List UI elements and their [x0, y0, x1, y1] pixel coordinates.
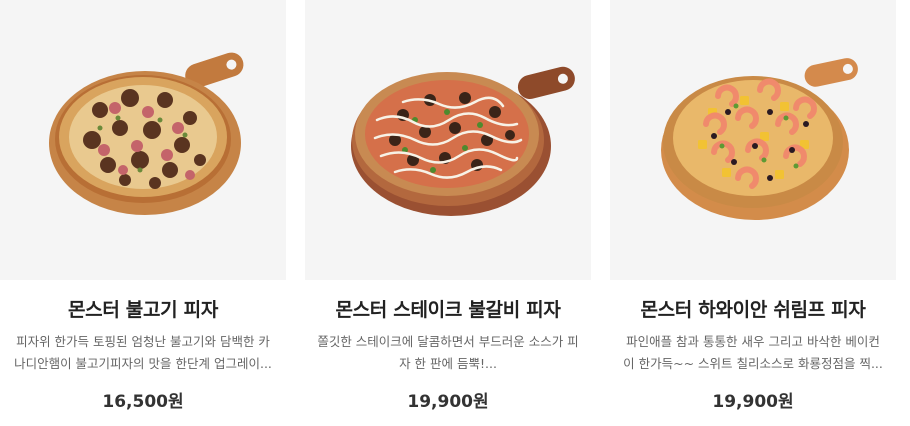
product-card-steak-bulgalbi[interactable]: 몬스터 스테이크 불갈비 피자 쫄깃한 스테이크에 달콤하면서 부드러운 소스가…: [305, 0, 591, 426]
product-thumbnail[interactable]: [305, 0, 591, 280]
product-price: 19,900원: [407, 392, 489, 412]
hawaiian-shrimp-pizza-image: [661, 58, 858, 220]
product-description: 쫄깃한 스테이크에 달콤하면서 부드러운 소스가 피 자 한 판에 듬뿍!...: [311, 331, 585, 375]
product-description-line: 자 한 판에 듬뿍!...: [399, 356, 497, 371]
product-thumbnail[interactable]: [610, 0, 896, 280]
product-thumbnail[interactable]: [0, 0, 286, 280]
product-description-line: 나디안햄이 불고기피자의 맛을 한단계 업그레이...: [14, 356, 272, 371]
product-description: 파인애플 참과 통통한 새우 그리고 바삭한 베이컨 이 한가득~~ 스위트 칠…: [616, 331, 890, 375]
product-description: 피자위 한가득 토핑된 엄청난 불고기와 담백한 카 나디안햄이 불고기피자의 …: [6, 331, 280, 375]
product-grid: 몬스터 불고기 피자 피자위 한가득 토핑된 엄청난 불고기와 담백한 카 나디…: [0, 0, 910, 426]
product-price: 16,500원: [102, 392, 184, 412]
product-price: 19,900원: [712, 392, 794, 412]
product-name[interactable]: 몬스터 불고기 피자: [0, 299, 286, 321]
bulgogi-pizza-image: [49, 52, 244, 215]
product-description-line: 피자위 한가득 토핑된 엄청난 불고기와 담백한 카: [16, 334, 270, 349]
product-description-line: 이 한가득~~ 스위트 칠리소스로 화룡정점을 찍...: [623, 356, 883, 371]
product-card-bulgogi[interactable]: 몬스터 불고기 피자 피자위 한가득 토핑된 엄청난 불고기와 담백한 카 나디…: [0, 0, 286, 426]
product-description-line: 파인애플 참과 통통한 새우 그리고 바삭한 베이컨: [626, 334, 880, 349]
product-card-hawaiian-shrimp[interactable]: 몬스터 하와이안 쉬림프 피자 파인애플 참과 통통한 새우 그리고 바삭한 베…: [610, 0, 896, 426]
product-name[interactable]: 몬스터 스테이크 불갈비 피자: [305, 299, 591, 321]
product-name[interactable]: 몬스터 하와이안 쉬림프 피자: [610, 299, 896, 321]
steak-bulgalbi-pizza-image: [351, 66, 575, 216]
product-description-line: 쫄깃한 스테이크에 달콤하면서 부드러운 소스가 피: [317, 334, 579, 349]
